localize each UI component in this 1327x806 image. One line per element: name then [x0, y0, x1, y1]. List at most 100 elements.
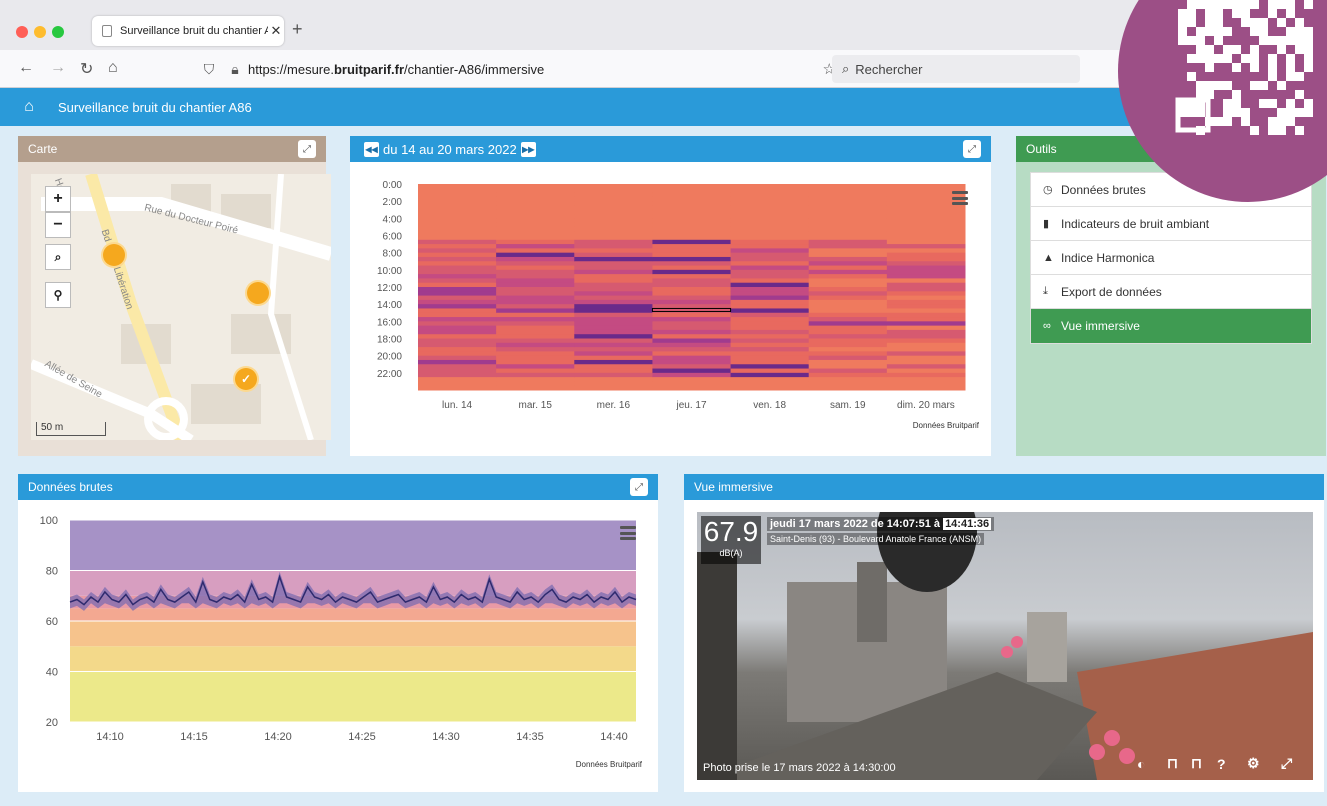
lock-icon[interactable]: ⊓ [1191, 755, 1202, 772]
qr-module [1196, 0, 1205, 9]
heatmap-cell [574, 338, 653, 344]
heatmap-cell [808, 321, 888, 327]
unlock-icon[interactable]: ⊓ [1167, 755, 1178, 772]
raw-data-chart[interactable]: 20 40 60 80 100 14:10 14:15 14:20 14:25 14:30 14:3… [18, 500, 658, 792]
noise-heatmap[interactable]: lun. 14 mar. 15 mer. 16 jeu. 17 ven. 18 sam. … [350, 162, 991, 456]
heatmap-cell [652, 269, 732, 275]
expand-heatmap-icon[interactable]: ⤢ [963, 140, 981, 158]
tool-ambient-indicators[interactable]: ▮ Indicateurs de bruit ambiant [1031, 207, 1311, 241]
map-view[interactable]: Rue du Docteur Poiré Bd de la Libération… [31, 174, 331, 440]
heatmap-cell [808, 188, 888, 194]
x-tick-label: 14:35 [516, 731, 544, 743]
new-tab-button[interactable]: + [292, 19, 303, 40]
noise-level-band [70, 608, 636, 621]
tool-immersive-view[interactable]: ∞ Vue immersive [1031, 309, 1311, 343]
heatmap-cell [496, 304, 575, 309]
heatmap-cell [886, 364, 966, 370]
minimize-window-button[interactable] [34, 26, 46, 38]
heatmap-cell [574, 252, 653, 258]
heatmap-cell [730, 355, 810, 361]
heatmap-cell [886, 368, 966, 374]
heatmap-cell [808, 342, 888, 348]
heatmap-cell [886, 287, 966, 292]
sensor-marker-selected[interactable]: ✓ [235, 368, 257, 390]
tool-label: Vue immersive [1061, 319, 1140, 333]
next-week-button[interactable]: ▶▶ [520, 141, 536, 157]
reload-icon[interactable]: ↻ [80, 59, 93, 79]
previous-week-button[interactable]: ◀◀ [364, 141, 379, 157]
triangle-icon: ▲ [1043, 251, 1054, 264]
qr-module [1277, 45, 1286, 54]
heatmap-cell [730, 385, 810, 391]
tool-export[interactable]: ⤓ Export de données [1031, 275, 1311, 309]
heatmap-cell [808, 248, 888, 254]
heatmap-cell [652, 329, 732, 335]
sensor-marker[interactable] [247, 282, 269, 304]
close-window-button[interactable] [16, 26, 28, 38]
zoom-in-button[interactable]: + [45, 186, 71, 212]
heatmap-cell [418, 287, 497, 292]
forward-arrow-icon[interactable]: → [50, 59, 66, 77]
heatmap-cell [418, 317, 497, 322]
heatmap-cell [418, 235, 497, 241]
heatmap-cell [418, 364, 497, 370]
map-search-icon[interactable]: ⌕ [45, 244, 71, 270]
bar-chart-icon: ▮ [1043, 218, 1050, 230]
x-tick-label: dim. 20 mars [897, 400, 955, 411]
heatmap-cell [418, 192, 497, 198]
heatmap-cell [418, 256, 497, 262]
heatmap-cell [808, 261, 888, 267]
address-bar[interactable]: ⛉ 🔒︎ https://mesure. bruitparif.fr/chanti… [196, 55, 836, 83]
heatmap-cell [574, 359, 653, 365]
heatmap-cell [418, 321, 497, 327]
heatmap-cell [886, 265, 966, 271]
heatmap-cell [652, 235, 732, 241]
x-tick-label: 14:40 [600, 731, 628, 743]
help-icon[interactable]: ? [1217, 756, 1226, 772]
qr-module [1277, 126, 1286, 135]
location-pin-icon[interactable]: ⚲ [45, 282, 71, 308]
close-tab-icon[interactable]: ✕ [268, 23, 284, 39]
chart-menu-icon[interactable] [620, 526, 636, 540]
heatmap-cell [730, 214, 810, 219]
tool-harmonica[interactable]: ▲ Indice Harmonica [1031, 241, 1311, 275]
toggle-icon[interactable]: ◐ [1137, 756, 1145, 772]
panorama-scene [697, 512, 1313, 780]
heatmap-cell [496, 218, 575, 224]
heatmap-cell [574, 364, 653, 370]
back-arrow-icon[interactable]: ← [18, 59, 34, 77]
fullscreen-icon[interactable]: ⤢ [1281, 755, 1292, 772]
noise-level-band [70, 520, 636, 571]
heatmap-cell [652, 347, 732, 352]
browser-tab[interactable]: Surveillance bruit du chantier A86 ✕ [92, 16, 284, 46]
panorama-view[interactable]: 67.9 dB(A) jeudi 17 mars 2022 de 14:07:5… [697, 512, 1313, 780]
heatmap-cell [652, 209, 732, 215]
heatmap-cell [652, 377, 732, 382]
zoom-window-button[interactable] [52, 26, 64, 38]
expand-map-icon[interactable]: ⤢ [298, 140, 316, 158]
settings-gear-icon[interactable]: ⚙ [1247, 755, 1260, 772]
search-input[interactable]: ⌕ Rechercher [832, 55, 1080, 83]
expand-raw-data-icon[interactable]: ⤢ [630, 478, 648, 496]
qr-module [1250, 27, 1259, 36]
heatmap-cell [418, 252, 497, 258]
heatmap-cell [496, 359, 575, 365]
qr-module [1232, 63, 1241, 72]
heatmap-cell [808, 317, 888, 322]
home-button[interactable]: ⌂ [0, 98, 58, 116]
photo-caption: Photo prise le 17 mars 2022 à 14:30:00 [703, 762, 896, 774]
home-icon[interactable]: ⌂ [108, 59, 118, 77]
sensor-marker[interactable] [103, 244, 125, 266]
qr-module [1295, 90, 1304, 99]
heatmap-cell [808, 235, 888, 241]
qr-module [1295, 108, 1304, 117]
heatmap-cell [496, 252, 575, 258]
heatmap-cell [808, 201, 888, 206]
heatmap-cell [496, 274, 575, 279]
noise-level-band [70, 621, 636, 647]
zoom-out-button[interactable]: − [45, 212, 71, 238]
heatmap-cell [652, 368, 732, 374]
heatmap-cell [730, 205, 810, 211]
chart-menu-icon[interactable] [952, 191, 968, 205]
heatmap-cell [574, 381, 653, 387]
